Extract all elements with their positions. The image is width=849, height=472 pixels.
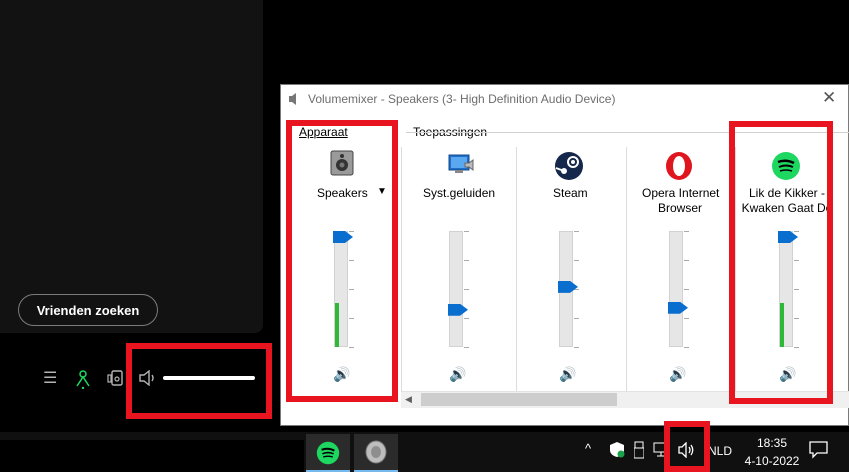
slider-tick [464,347,469,348]
opera-icon [664,151,694,186]
connect-device-icon[interactable] [74,369,92,393]
notifications-icon[interactable] [809,441,828,462]
language-indicator[interactable]: NLD [708,444,732,458]
channel-separator [735,147,736,391]
speakers-dropdown-icon[interactable]: ▼ [377,186,387,197]
volume-slider-thumb[interactable] [668,301,688,314]
slider-tick [349,289,354,290]
slider-tick [574,260,579,261]
channel-separator [626,147,627,391]
taskbar-search-area [0,440,304,472]
spotify-icon [771,151,801,186]
channel-separator [516,147,517,391]
slider-tick [574,231,579,232]
network-icon[interactable] [653,441,669,462]
speaker-title-icon [288,92,302,109]
channel-separator [401,147,402,391]
channel-name-opera: Opera Internet Browser [642,186,720,216]
slider-tick [684,318,689,319]
spotify-sidebar-panel [0,0,263,333]
slider-tick [464,289,469,290]
spotify-volume-slider[interactable] [163,376,255,380]
slider-tick [684,260,689,261]
slider-tick [464,231,469,232]
slider-tick [794,347,799,348]
slider-tick [794,231,799,232]
slider-tick [464,260,469,261]
volume-slider-thumb[interactable] [778,231,798,243]
channel-name-system-sounds: Syst.geluiden [423,186,496,200]
volume-track[interactable] [669,231,683,347]
opera-mute-button[interactable]: 🔊 [669,366,686,383]
window-title: Volumemixer - Speakers (3- High Definiti… [308,92,616,106]
usb-device-icon[interactable] [633,441,645,462]
slider-tick [794,260,799,261]
channel-name-opera-line1: Opera Internet [642,186,720,200]
slider-tick [684,231,689,232]
slider-tick [684,289,689,290]
volume-slider-thumb[interactable] [333,231,353,243]
slider-tick [349,231,354,232]
taskbar-spotify-button[interactable] [306,434,350,472]
spotify-player-controls: ☰ [0,340,280,422]
queue-icon[interactable]: ☰ [43,371,57,387]
find-friends-button[interactable]: Vrienden zoeken [18,294,158,326]
security-shield-icon[interactable] [609,441,625,461]
slider-tick [349,260,354,261]
spotify-icon [316,441,340,465]
scrollbar-thumb[interactable] [421,393,617,406]
show-hidden-icons-chevron-icon[interactable]: ^ [585,441,591,456]
volume-slider-thumb[interactable] [558,280,578,293]
peak-meter [335,303,339,347]
speakers-mute-button[interactable]: 🔊 [333,366,350,383]
speaker-icon [365,440,387,464]
slider-tick [464,318,469,319]
clock-time[interactable]: 18:35 [752,436,792,450]
device-picker-icon[interactable] [107,370,123,390]
system-sounds-icon [445,149,475,184]
slider-tick [574,318,579,319]
system-sounds-mute-button[interactable]: 🔊 [449,366,466,383]
volume-slider-thumb[interactable] [448,303,468,316]
group-label-device: Apparaat [297,125,350,139]
channel-name-spotify-line1: Lik de Kikker - [748,186,826,200]
steam-mute-button[interactable]: 🔊 [559,366,576,383]
volume-icon[interactable] [139,369,157,390]
peak-meter [780,303,784,347]
channel-name-steam: Steam [553,186,588,200]
channel-name-spotify-line2: Kwaken Gaat Do [741,201,833,215]
slider-tick [349,318,354,319]
close-button[interactable]: ✕ [822,88,836,108]
channel-name-opera-line2: Browser [657,201,702,215]
volume-tray-icon[interactable] [678,441,696,461]
slider-tick [684,347,689,348]
volume-mixer-window: Volumemixer - Speakers (3- High Definiti… [280,84,849,426]
slider-tick [794,289,799,290]
scroll-left-arrow-icon[interactable]: ◀ [405,394,412,405]
group-divider [406,132,849,133]
taskbar-volume-mixer-button[interactable] [354,434,398,472]
channel-name-spotify-track: Lik de Kikker - Kwaken Gaat Do [741,186,833,216]
channel-name-speakers[interactable]: Speakers [317,186,368,201]
slider-tick [349,347,354,348]
speaker-device-icon [328,149,356,182]
slider-tick [574,347,579,348]
spotify-mute-button[interactable]: 🔊 [779,366,796,383]
clock-date[interactable]: 4-10-2022 [740,454,804,468]
group-label-device-text: Apparaat [299,125,348,139]
volume-track[interactable] [449,231,463,347]
steam-icon [554,151,584,186]
slider-tick [794,318,799,319]
